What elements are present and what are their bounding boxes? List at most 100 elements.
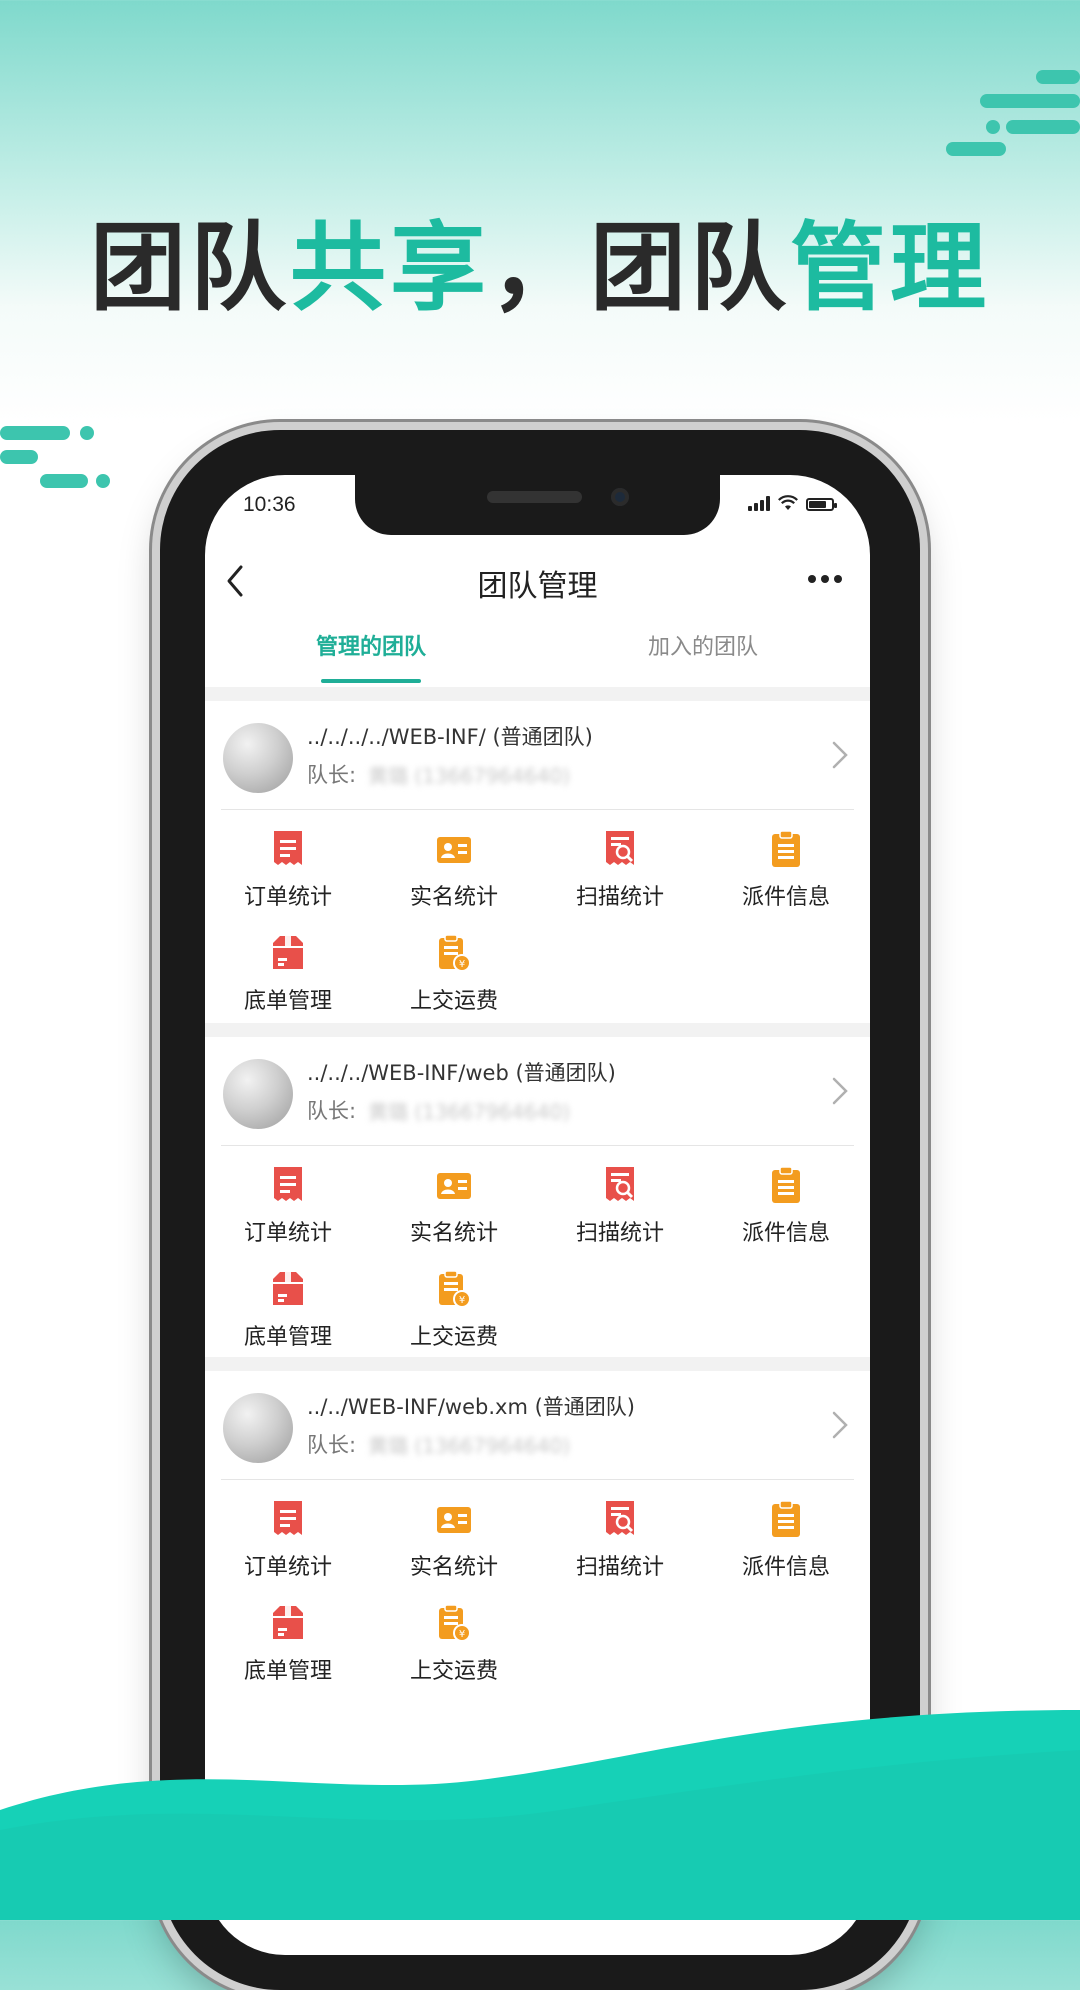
- function-label: 扫描统计: [575, 885, 664, 910]
- function-label: 实名统计: [409, 1221, 498, 1246]
- order-stats-icon: [270, 1499, 306, 1539]
- function-scan-stats-button[interactable]: 扫描统计: [537, 1145, 703, 1271]
- headline: 团队共享，团队管理: [0, 190, 1080, 329]
- function-label: 派件信息: [741, 885, 830, 910]
- team-leader: 队长: 黄璐 (13667964640): [307, 759, 570, 789]
- chevron-right-icon: [832, 1411, 848, 1439]
- headline-part3: ，团队: [490, 212, 790, 324]
- function-grid: 订单统计 实名统计 扫描统计 派件信息 底单管理 ¥ 上交运费: [205, 809, 870, 1019]
- battery-icon: [806, 498, 837, 511]
- function-dispatch-info-button[interactable]: 派件信息: [703, 1479, 869, 1605]
- chevron-right-icon: [832, 1077, 848, 1105]
- team-header[interactable]: ../../WEB-INF/web.xm (普通团队) 队长: 黄璐 (1366…: [205, 1371, 870, 1479]
- function-label: 派件信息: [741, 1221, 830, 1246]
- leader-label: 队长:: [307, 1433, 357, 1457]
- avatar: [223, 723, 293, 793]
- function-label: 订单统计: [243, 1221, 332, 1246]
- function-label: 底单管理: [243, 1659, 332, 1684]
- scan-stats-icon: [602, 1165, 638, 1205]
- function-label: 上交运费: [409, 1659, 498, 1684]
- package-box-icon: [270, 1269, 306, 1309]
- decor-streaks-top-right: [940, 70, 1080, 160]
- team-card: ../../../../WEB-INF/ (普通团队) 队长: 黄璐 (1366…: [205, 701, 870, 1023]
- order-stats-icon: [270, 829, 306, 869]
- function-label: 订单统计: [243, 1555, 332, 1580]
- leader-value: 黄璐 (13667964640): [368, 763, 571, 788]
- team-leader: 队长: 黄璐 (13667964640): [307, 1095, 570, 1125]
- team-name: ../../../../WEB-INF/ (普通团队): [307, 725, 593, 749]
- leader-label: 队长:: [307, 763, 357, 787]
- function-label: 上交运费: [409, 1325, 498, 1350]
- team-leader: 队长: 黄璐 (13667964640): [307, 1429, 570, 1459]
- tab-joined-teams[interactable]: 加入的团队: [537, 615, 869, 685]
- phone-side-button: [152, 640, 160, 700]
- function-scan-stats-button[interactable]: 扫描统计: [537, 1479, 703, 1605]
- chevron-right-icon: [832, 741, 848, 769]
- id-card-icon: [436, 1165, 472, 1205]
- decor-streaks-left: [0, 420, 120, 500]
- tab-managed-teams[interactable]: 管理的团队: [205, 615, 537, 685]
- function-label: 订单统计: [243, 885, 332, 910]
- avatar: [223, 1393, 293, 1463]
- function-label: 实名统计: [409, 1555, 498, 1580]
- section-gap: [205, 1357, 870, 1371]
- team-header[interactable]: ../../../../WEB-INF/ (普通团队) 队长: 黄璐 (1366…: [205, 701, 870, 809]
- function-dispatch-info-button[interactable]: 派件信息: [703, 809, 869, 935]
- status-icons: [748, 495, 837, 511]
- freight-fee-icon: ¥: [436, 1269, 472, 1309]
- team-name: ../../WEB-INF/web.xm (普通团队): [307, 1395, 635, 1419]
- signal-icon: [748, 495, 770, 511]
- function-scan-stats-button[interactable]: 扫描统计: [537, 809, 703, 935]
- phone-volume-down: [152, 880, 160, 990]
- freight-fee-icon: ¥: [436, 1603, 472, 1643]
- function-label: 派件信息: [741, 1555, 830, 1580]
- scan-stats-icon: [602, 829, 638, 869]
- camera: [611, 488, 629, 506]
- headline-highlight-manage: 管理: [790, 212, 990, 324]
- id-card-icon: [436, 1499, 472, 1539]
- headline-part1: 团队: [90, 212, 290, 324]
- navbar: 团队管理: [205, 545, 870, 615]
- scan-stats-icon: [602, 1499, 638, 1539]
- speaker: [487, 491, 582, 503]
- team-card: ../../../WEB-INF/web (普通团队) 队长: 黄璐 (1366…: [205, 1037, 870, 1357]
- function-submit-freight-button[interactable]: ¥ 上交运费: [371, 913, 537, 1039]
- more-horizontal-icon[interactable]: [808, 567, 848, 591]
- avatar: [223, 1059, 293, 1129]
- leader-label: 队长:: [307, 1099, 357, 1123]
- section-gap: [205, 1023, 870, 1037]
- function-grid: 订单统计 实名统计 扫描统计 派件信息底单管理 ¥ 上交运费: [205, 1479, 870, 1699]
- wifi-icon: [778, 495, 798, 510]
- clipboard-icon: [768, 1165, 804, 1205]
- tab-active-indicator: [321, 679, 421, 683]
- function-label: 底单管理: [243, 1325, 332, 1350]
- team-card: ../../WEB-INF/web.xm (普通团队) 队长: 黄璐 (1366…: [205, 1371, 870, 1701]
- clipboard-icon: [768, 829, 804, 869]
- order-stats-icon: [270, 1165, 306, 1205]
- notch: [355, 475, 720, 535]
- tab-bar: 管理的团队 加入的团队: [205, 615, 870, 685]
- svg-text:¥: ¥: [459, 1629, 465, 1640]
- headline-highlight-share: 共享: [290, 212, 490, 324]
- function-label: 扫描统计: [575, 1555, 664, 1580]
- function-label: 上交运费: [409, 989, 498, 1014]
- svg-text:¥: ¥: [459, 1295, 465, 1306]
- section-gap: [205, 687, 870, 701]
- leader-value: 黄璐 (13667964640): [368, 1433, 571, 1458]
- function-label: 扫描统计: [575, 1221, 664, 1246]
- package-box-icon: [270, 1603, 306, 1643]
- function-bottom-order-manage-button[interactable]: 底单管理: [205, 913, 371, 1039]
- function-grid: 订单统计 实名统计 扫描统计 派件信息底单管理 ¥ 上交运费: [205, 1145, 870, 1355]
- clipboard-icon: [768, 1499, 804, 1539]
- freight-fee-icon: ¥: [436, 933, 472, 973]
- page-title: 团队管理: [477, 569, 598, 604]
- package-box-icon: [270, 933, 306, 973]
- svg-text:¥: ¥: [459, 959, 465, 970]
- status-time: 10:36: [243, 493, 296, 516]
- team-header[interactable]: ../../../WEB-INF/web (普通团队) 队长: 黄璐 (1366…: [205, 1037, 870, 1145]
- id-card-icon: [436, 829, 472, 869]
- function-dispatch-info-button[interactable]: 派件信息: [703, 1145, 869, 1271]
- team-name: ../../../WEB-INF/web (普通团队): [307, 1061, 616, 1085]
- phone-volume-up: [152, 740, 160, 850]
- function-label: 实名统计: [409, 885, 498, 910]
